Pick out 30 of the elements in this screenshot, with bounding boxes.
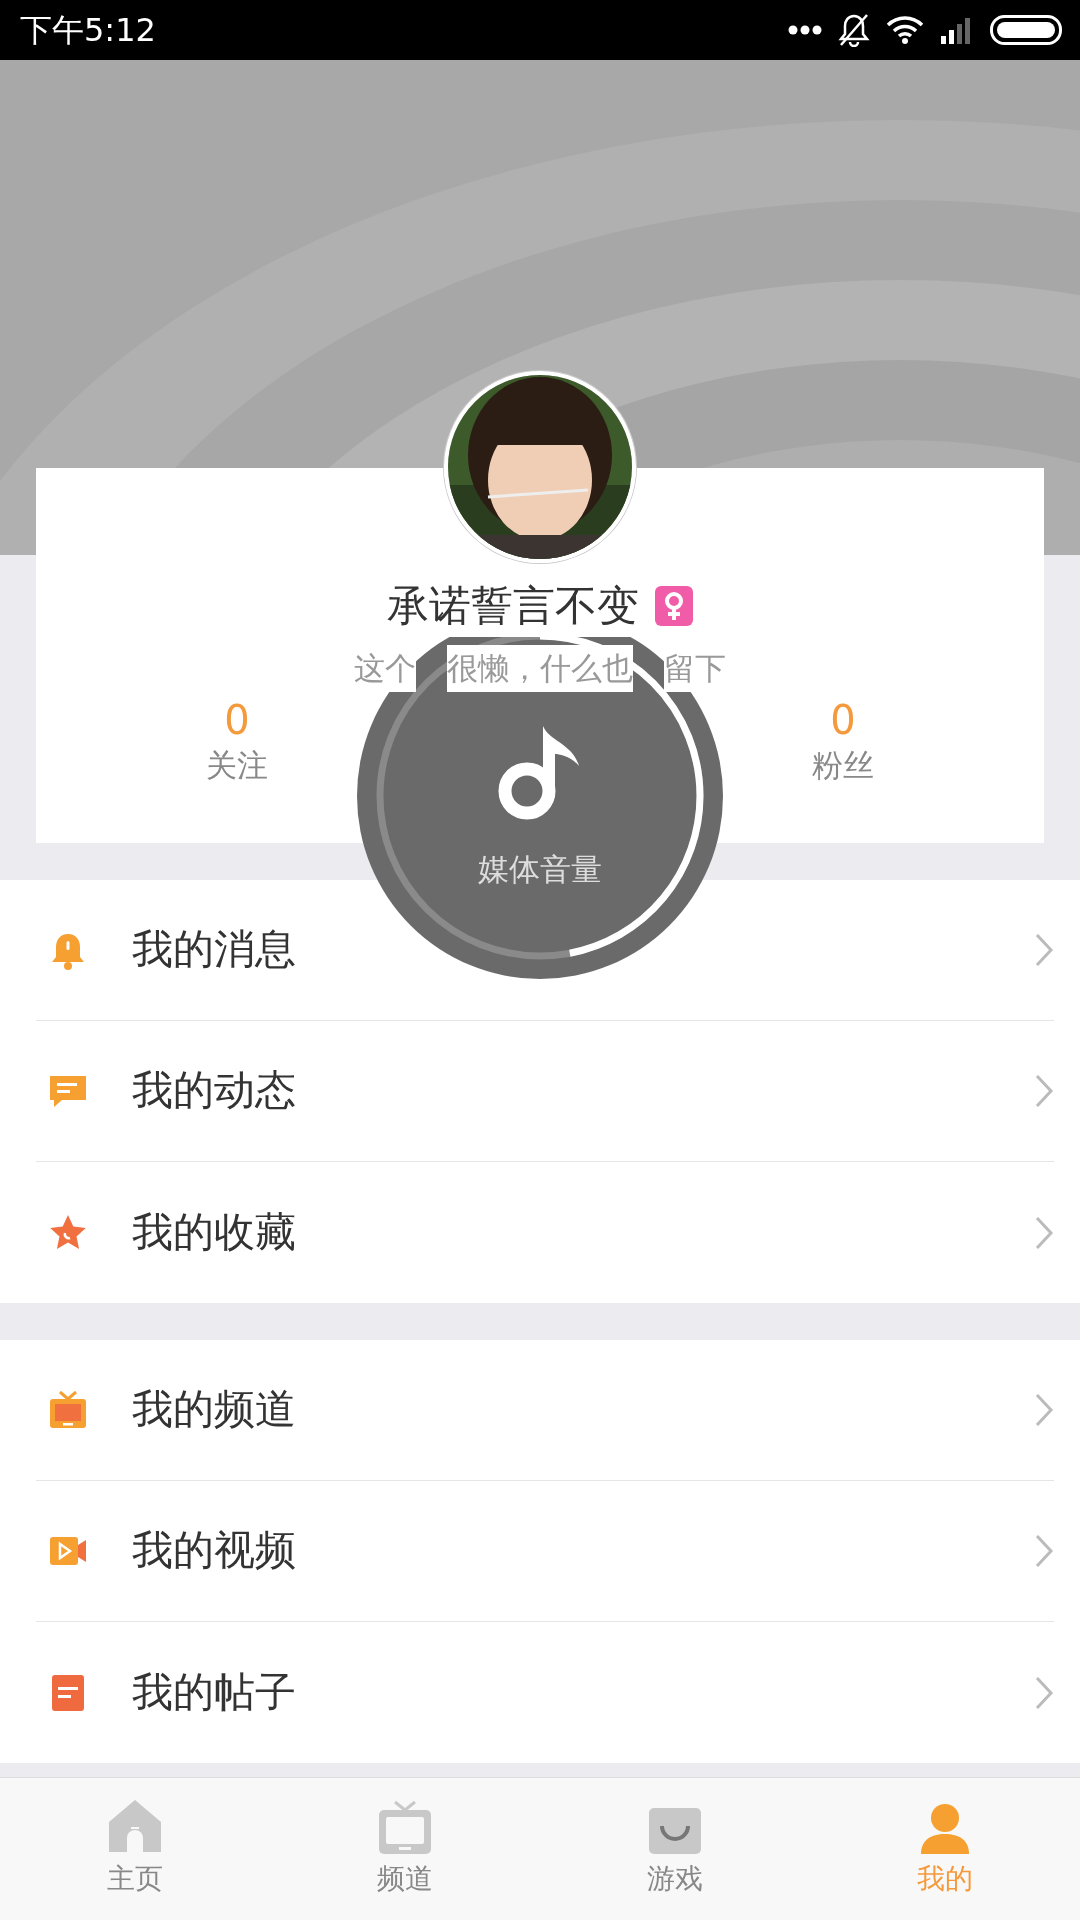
menu-label: 我的视频 bbox=[132, 1525, 297, 1577]
menu-label: 我的消息 bbox=[132, 924, 297, 976]
menu-item[interactable]: 我的动态 bbox=[0, 1021, 1080, 1162]
battery-icon bbox=[990, 15, 1062, 45]
volume-label: 媒体音量 bbox=[477, 850, 603, 889]
chevron-right-icon bbox=[1034, 1533, 1054, 1569]
menu-label: 我的收藏 bbox=[132, 1206, 297, 1258]
menu-label: 我的帖子 bbox=[132, 1666, 297, 1718]
chevron-right-icon bbox=[1034, 932, 1054, 968]
menu-item[interactable]: 我的频道 bbox=[0, 1340, 1080, 1481]
chevron-right-icon bbox=[1034, 1674, 1054, 1711]
menu-label: 我的频道 bbox=[132, 1384, 297, 1436]
female-icon bbox=[655, 585, 693, 626]
tv-icon bbox=[48, 1390, 88, 1430]
status-time: 下午5:12 bbox=[20, 10, 156, 51]
stat-count: 0 bbox=[224, 697, 250, 742]
menu-label: 我的动态 bbox=[132, 1065, 297, 1117]
chevron-right-icon bbox=[1034, 1214, 1054, 1251]
menu-item[interactable]: 我的收藏 bbox=[0, 1162, 1080, 1303]
chevron-right-icon bbox=[1034, 1392, 1054, 1428]
stat-count: 0 bbox=[830, 697, 856, 742]
user-bio-fragment: 很懒，什么也 bbox=[447, 645, 633, 692]
wifi-icon bbox=[886, 15, 924, 45]
stat-label: 粉丝 bbox=[812, 745, 874, 785]
menu-item[interactable]: 我的帖子 bbox=[0, 1622, 1080, 1763]
muted-bell-icon bbox=[838, 13, 870, 47]
chevron-right-icon bbox=[1034, 1073, 1054, 1109]
stat-label: 关注 bbox=[206, 745, 268, 785]
menu-item[interactable]: 我的视频 bbox=[0, 1481, 1080, 1622]
more-dots-icon bbox=[788, 25, 822, 35]
